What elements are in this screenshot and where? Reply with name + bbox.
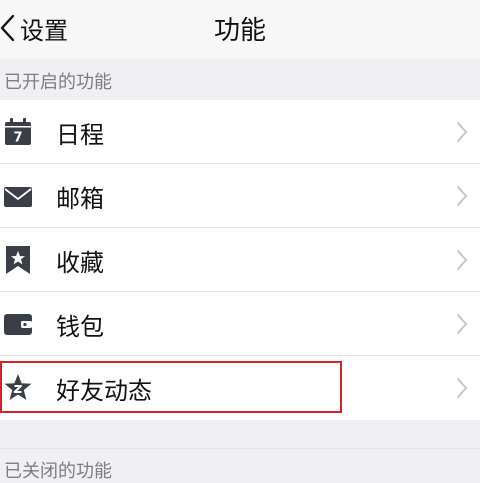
list-item-mail[interactable]: 邮箱: [0, 164, 480, 228]
section-divider: [0, 448, 480, 449]
chevron-right-icon: [456, 313, 468, 339]
section-header-enabled: 已开启的功能: [4, 72, 112, 93]
list-item-favorites[interactable]: 收藏: [0, 228, 480, 292]
chevron-right-icon: [456, 377, 468, 403]
calendar-day-number: 7: [13, 131, 22, 146]
mail-icon: [4, 182, 32, 210]
chevron-right-icon: [456, 121, 468, 147]
qzone-star-icon: [4, 374, 32, 402]
list-item-schedule[interactable]: 7 日程: [0, 100, 480, 164]
navigation-bar: 设置 功能: [0, 0, 480, 58]
page-title: 功能: [213, 16, 266, 46]
list-item-friend-feed[interactable]: 好友动态: [0, 356, 480, 420]
list-item-wallet[interactable]: 钱包: [0, 292, 480, 356]
chevron-right-icon: [456, 185, 468, 211]
list-item-label: 邮箱: [56, 185, 104, 213]
section-header-disabled: 已关闭的功能: [4, 461, 112, 482]
list-item-label: 日程: [56, 121, 104, 149]
chevron-right-icon: [456, 249, 468, 275]
calendar-icon: 7: [4, 118, 32, 146]
bookmark-star-icon: [4, 246, 32, 274]
list-item-label: 好友动态: [56, 377, 152, 405]
section-gap: [0, 420, 480, 448]
list-item-label: 钱包: [56, 313, 104, 341]
enabled-features-list: 7 日程 邮箱 收藏 钱包 好友动态: [0, 100, 480, 420]
wallet-icon: [4, 310, 32, 338]
list-item-label: 收藏: [56, 249, 104, 277]
